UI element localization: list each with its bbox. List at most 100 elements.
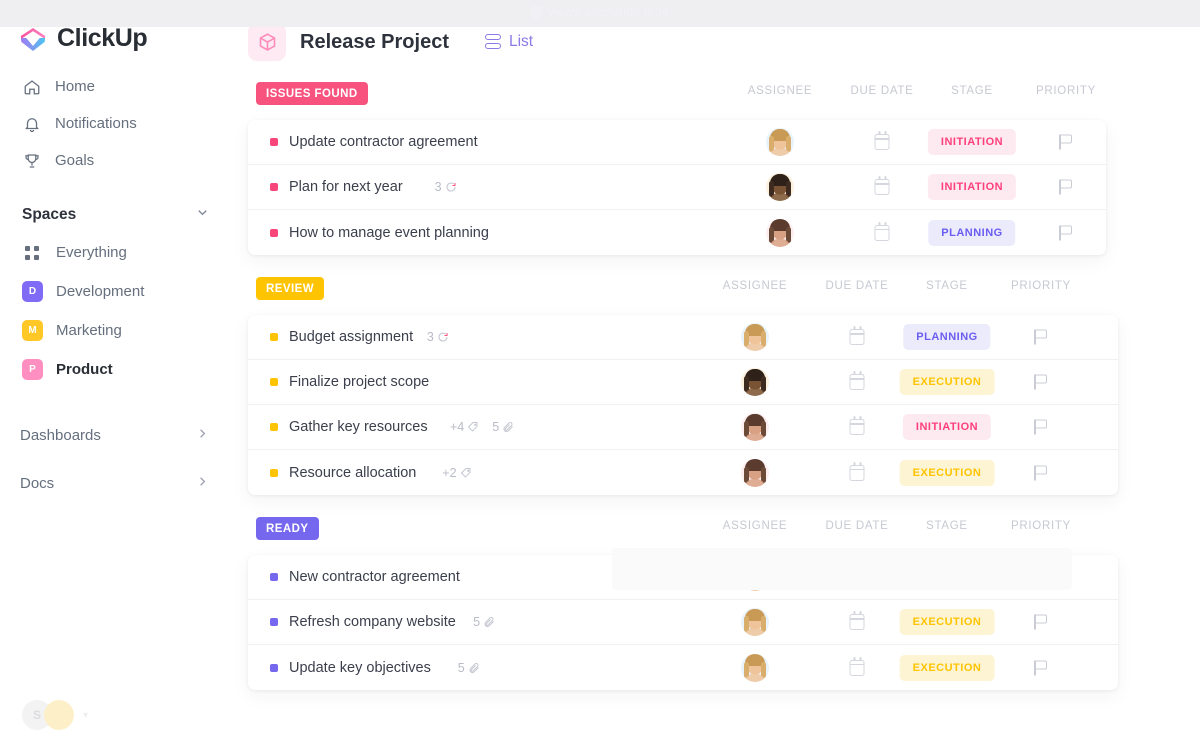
group-status-pill[interactable]: REVIEW bbox=[256, 277, 325, 300]
stage-badge[interactable]: EXECUTION bbox=[899, 369, 995, 395]
flag-icon[interactable] bbox=[1034, 374, 1048, 390]
tag-count[interactable]: +2 bbox=[442, 466, 471, 480]
attachment-count[interactable]: 5 bbox=[473, 615, 495, 629]
avatar[interactable] bbox=[741, 608, 769, 636]
sidebar-item-home[interactable]: Home bbox=[0, 68, 232, 105]
avatar-secondary[interactable] bbox=[44, 700, 74, 730]
flag-icon[interactable] bbox=[1059, 179, 1073, 195]
cell-priority[interactable] bbox=[1059, 134, 1073, 150]
avatar[interactable] bbox=[741, 368, 769, 396]
cell-stage[interactable]: EXECUTION bbox=[899, 609, 995, 635]
cell-priority[interactable] bbox=[1034, 374, 1048, 390]
avatar[interactable] bbox=[741, 323, 769, 351]
spaces-section-header[interactable]: Spaces bbox=[0, 179, 232, 233]
flag-icon[interactable] bbox=[1034, 660, 1048, 675]
flag-icon[interactable] bbox=[1059, 225, 1073, 240]
workspace-avatars[interactable]: S ▾ bbox=[22, 700, 88, 730]
cell-priority[interactable] bbox=[1034, 614, 1048, 630]
stage-badge[interactable]: PLANNING bbox=[928, 219, 1016, 246]
cell-stage[interactable]: EXECUTION bbox=[899, 459, 995, 486]
cell-priority[interactable] bbox=[1059, 179, 1073, 195]
cell-priority[interactable] bbox=[1034, 660, 1048, 675]
sidebar-item-dashboards[interactable]: Dashboards bbox=[0, 411, 232, 459]
flag-icon[interactable] bbox=[1034, 419, 1048, 435]
flag-icon[interactable] bbox=[1034, 465, 1048, 480]
cell-stage[interactable]: INITIATION bbox=[927, 174, 1017, 200]
task-name[interactable]: Plan for next year bbox=[289, 179, 403, 195]
sidebar-item-development[interactable]: D Development bbox=[0, 272, 232, 311]
sidebar-item-everything[interactable]: Everything bbox=[0, 233, 232, 272]
cell-stage[interactable]: EXECUTION bbox=[899, 369, 995, 395]
stage-badge[interactable]: EXECUTION bbox=[899, 609, 995, 635]
cell-due-date[interactable] bbox=[874, 131, 890, 150]
cell-priority[interactable] bbox=[1034, 329, 1048, 345]
cell-due-date[interactable] bbox=[849, 371, 865, 390]
task-name[interactable]: Refresh company website bbox=[289, 614, 456, 630]
calendar-icon[interactable] bbox=[874, 176, 890, 195]
flag-icon[interactable] bbox=[1059, 134, 1073, 150]
table-row[interactable]: Budget assignment 3 PLANNING bbox=[248, 315, 1118, 360]
tab-list-view[interactable]: List bbox=[484, 33, 533, 51]
cell-stage[interactable]: PLANNING bbox=[928, 219, 1016, 246]
calendar-icon[interactable] bbox=[874, 221, 890, 241]
subtask-count[interactable]: 3 bbox=[435, 180, 457, 194]
cell-priority[interactable] bbox=[1034, 465, 1048, 480]
avatar[interactable] bbox=[741, 413, 769, 441]
cell-stage[interactable]: INITIATION bbox=[902, 414, 992, 440]
avatar[interactable] bbox=[741, 458, 769, 487]
sidebar-item-product[interactable]: P Product bbox=[0, 350, 232, 389]
flag-icon[interactable] bbox=[1034, 614, 1048, 630]
table-row[interactable]: Gather key resources +4 5 INITIATION bbox=[248, 405, 1118, 450]
sidebar-item-marketing[interactable]: M Marketing bbox=[0, 311, 232, 350]
calendar-icon[interactable] bbox=[849, 416, 865, 435]
table-row[interactable]: Update contractor agreement INITIATION bbox=[248, 120, 1106, 165]
sidebar-item-docs[interactable]: Docs bbox=[0, 459, 232, 507]
attachment-count[interactable]: 5 bbox=[492, 420, 514, 434]
task-name[interactable]: New contractor agreement bbox=[289, 569, 460, 585]
task-name[interactable]: Finalize project scope bbox=[289, 374, 429, 390]
cell-due-date[interactable] bbox=[849, 326, 865, 345]
cell-due-date[interactable] bbox=[849, 461, 865, 481]
cell-stage[interactable]: EXECUTION bbox=[899, 654, 995, 681]
subtask-count[interactable]: 3 bbox=[427, 330, 449, 344]
avatar[interactable] bbox=[766, 218, 794, 247]
avatar[interactable] bbox=[741, 653, 769, 682]
attachment-count[interactable]: 5 bbox=[458, 661, 480, 675]
task-name[interactable]: Update contractor agreement bbox=[289, 134, 478, 150]
avatar[interactable] bbox=[766, 128, 794, 156]
cell-due-date[interactable] bbox=[874, 221, 890, 241]
stage-badge[interactable]: INITIATION bbox=[927, 174, 1017, 200]
cell-priority[interactable] bbox=[1034, 419, 1048, 435]
cell-priority[interactable] bbox=[1034, 569, 1048, 585]
group-status-pill[interactable]: ISSUES FOUND bbox=[256, 82, 368, 105]
task-name[interactable]: Resource allocation bbox=[289, 465, 416, 481]
table-row[interactable]: New contractor agreement PLANNING bbox=[248, 555, 1118, 600]
group-status-pill[interactable]: READY bbox=[256, 517, 319, 540]
task-name[interactable]: How to manage event planning bbox=[289, 225, 489, 241]
task-name[interactable]: Budget assignment bbox=[289, 329, 413, 345]
table-row[interactable]: Plan for next year 3 INITIATION bbox=[248, 165, 1106, 210]
avatar[interactable] bbox=[741, 563, 769, 591]
cell-due-date[interactable] bbox=[849, 416, 865, 435]
calendar-icon[interactable] bbox=[849, 611, 865, 630]
task-name[interactable]: Gather key resources bbox=[289, 419, 428, 435]
table-row[interactable]: Update key objectives 5 EXECUTION bbox=[248, 645, 1118, 690]
table-row[interactable]: How to manage event planning PLANNING bbox=[248, 210, 1106, 255]
calendar-icon[interactable] bbox=[849, 326, 865, 345]
cell-stage[interactable]: PLANNING bbox=[903, 564, 991, 590]
table-row[interactable]: Refresh company website 5 EXECUTION bbox=[248, 600, 1118, 645]
stage-badge[interactable]: INITIATION bbox=[927, 129, 1017, 155]
calendar-icon[interactable] bbox=[849, 656, 865, 676]
stage-badge[interactable]: EXECUTION bbox=[899, 459, 995, 486]
task-name[interactable]: Update key objectives bbox=[289, 660, 431, 676]
cell-due-date[interactable] bbox=[849, 566, 865, 585]
chevron-down-icon[interactable] bbox=[195, 205, 210, 225]
cell-due-date[interactable] bbox=[874, 176, 890, 195]
chevron-down-icon[interactable]: ▾ bbox=[83, 710, 88, 721]
cell-stage[interactable]: INITIATION bbox=[927, 129, 1017, 155]
sidebar-item-goals[interactable]: Goals bbox=[0, 142, 232, 179]
flag-icon[interactable] bbox=[1034, 329, 1048, 345]
stage-badge[interactable]: PLANNING bbox=[903, 564, 991, 590]
tag-count[interactable]: +4 bbox=[450, 420, 479, 434]
stage-badge[interactable]: INITIATION bbox=[902, 414, 992, 440]
